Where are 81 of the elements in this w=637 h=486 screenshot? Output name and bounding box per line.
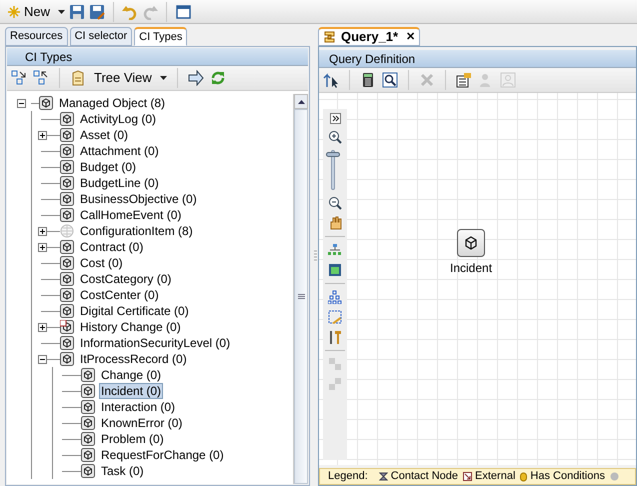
query-tab[interactable]: Query_1* ✕ — [318, 27, 420, 46]
hierarchy-icon[interactable] — [328, 243, 342, 257]
collapse-toggle[interactable] — [16, 98, 26, 108]
tree-item[interactable]: History Change (0) — [78, 319, 183, 335]
expand-toggle[interactable] — [38, 322, 46, 332]
tree-item[interactable]: CostCategory (0) — [78, 271, 174, 287]
external-icon — [463, 472, 472, 481]
zoom-in-icon[interactable] — [328, 130, 342, 144]
tree-item[interactable]: Digital Certificate (0) — [78, 303, 191, 319]
save-icon[interactable] — [69, 4, 86, 20]
tab[interactable]: Resources — [5, 27, 68, 46]
tree-item[interactable]: BusinessObjective (0) — [78, 191, 199, 207]
tree-item[interactable]: Interaction (0) — [99, 399, 178, 415]
tree-item[interactable]: Budget (0) — [78, 159, 138, 175]
tree-item[interactable]: Managed Object (8) — [57, 95, 168, 111]
tree-item[interactable]: Asset (0) — [78, 127, 130, 143]
caret-icon — [160, 76, 167, 80]
tag-icon — [70, 70, 86, 86]
legend-title: Legend: — [328, 469, 368, 484]
close-button[interactable]: ✕ — [406, 28, 416, 46]
tree-item[interactable]: Change (0) — [99, 367, 164, 383]
tree-item[interactable]: ActivityLog (0) — [78, 111, 158, 127]
star-icon — [8, 6, 20, 18]
legend-label: Contact Node — [390, 469, 458, 484]
globe-icon — [60, 224, 74, 238]
legend-label: Has Conditions — [530, 469, 605, 484]
tree-item[interactable]: Cost (0) — [78, 255, 125, 271]
tree-layout-icon[interactable] — [328, 290, 342, 304]
tree-item[interactable]: CallHomeEvent (0) — [78, 207, 184, 223]
legend-label: External — [475, 469, 516, 484]
scroll-up-icon[interactable] — [298, 100, 304, 104]
panel-header: Query Definition — [319, 50, 636, 68]
tools-icon[interactable] — [328, 330, 342, 344]
pointer-icon[interactable] — [323, 72, 339, 88]
hourglass-icon — [378, 472, 388, 481]
grip-icon — [298, 294, 304, 300]
tree-item[interactable]: Task (0) — [99, 463, 146, 479]
collapse-toggle[interactable] — [38, 354, 46, 364]
tree-item[interactable]: KnownError (0) — [99, 415, 184, 431]
tree-item[interactable]: Problem (0) — [99, 431, 166, 447]
tree-item[interactable]: RequestForChange (0) — [99, 447, 226, 463]
save-as-icon[interactable] — [89, 4, 106, 20]
slider-thumb[interactable] — [326, 152, 340, 157]
collapse-nodes-icon[interactable] — [328, 377, 342, 391]
tree-item[interactable]: InformationSecurityLevel (0) — [78, 335, 232, 351]
cylinder-icon — [520, 472, 528, 482]
calculator-icon[interactable] — [360, 72, 376, 88]
refresh-icon[interactable] — [210, 70, 226, 86]
hand-icon[interactable] — [328, 216, 342, 230]
query-icon — [323, 30, 337, 44]
properties-icon[interactable] — [456, 72, 472, 88]
expand-toggle[interactable] — [38, 130, 46, 140]
scrollbar[interactable] — [293, 94, 308, 484]
tree-item[interactable]: ConfigurationItem (8) — [78, 223, 195, 239]
query-node[interactable] — [457, 229, 486, 257]
search-icon[interactable] — [382, 72, 398, 88]
tree-item[interactable]: Incident (0) — [99, 383, 164, 399]
dropdown-caret-icon[interactable] — [58, 10, 66, 14]
arrow-right-icon[interactable] — [188, 70, 204, 86]
new-button[interactable]: New — [4, 2, 54, 22]
layout-edit-icon[interactable] — [328, 310, 342, 324]
panel-header: CI Types — [7, 48, 308, 66]
expand-toggle[interactable] — [38, 242, 46, 252]
fit-icon[interactable] — [328, 263, 342, 277]
window-icon[interactable] — [175, 4, 192, 20]
tree-item[interactable]: CostCenter (0) — [78, 287, 161, 303]
tree-item[interactable]: Contract (0) — [78, 239, 146, 255]
expand-toggle[interactable] — [38, 226, 46, 236]
expand-nodes-icon[interactable] — [328, 357, 342, 371]
node-label: Incident — [450, 260, 492, 277]
expand-button[interactable] — [330, 113, 340, 124]
zoom-out-icon[interactable] — [328, 196, 342, 210]
tab[interactable]: CI selector — [70, 27, 132, 46]
tab[interactable]: CI Types — [134, 27, 188, 46]
tree-item[interactable]: ItProcessRecord (0) — [78, 351, 189, 367]
splitter-grip-icon[interactable] — [314, 250, 316, 262]
expand-all-icon[interactable] — [11, 70, 27, 86]
collapse-all-icon[interactable] — [33, 70, 49, 86]
tree-item[interactable]: Attachment (0) — [78, 143, 161, 159]
tree-item[interactable]: BudgetLine (0) — [78, 175, 161, 191]
external-cube-icon — [60, 320, 74, 334]
